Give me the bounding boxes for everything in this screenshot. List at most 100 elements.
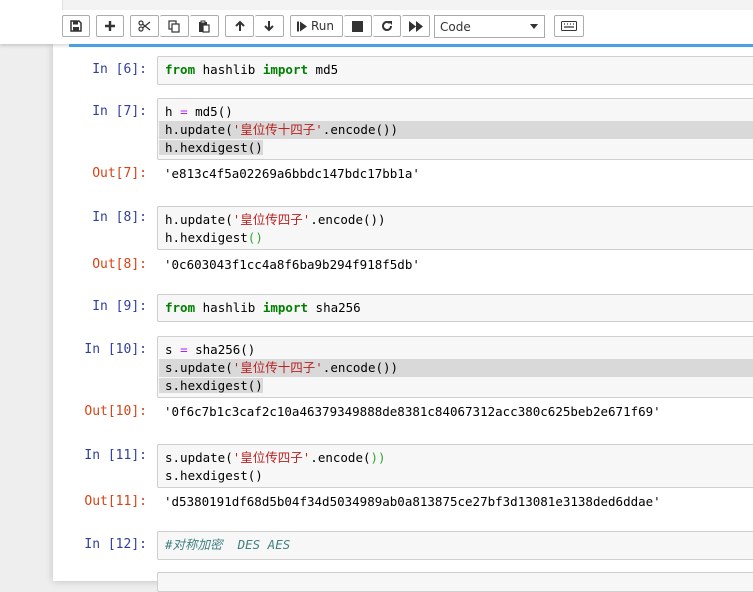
keyword-token: import [262, 300, 309, 315]
code-line: #对称加密 DES AES [165, 536, 753, 554]
code-editor[interactable]: h.update('皇位传四子'.encode()) h.hexdigest() [157, 206, 753, 250]
code-token: .encode()) [322, 122, 399, 137]
code-token: h.hexdigest [165, 230, 248, 245]
code-line: s.update('皇位传四子'.encode()) [165, 449, 753, 467]
code-token: h.hexdigest() [159, 140, 263, 155]
input-prompt: In [9]: [92, 299, 147, 314]
keyword-token: from [165, 300, 196, 315]
output-prompt: Out[10]: [84, 404, 147, 419]
restart-run-all-button[interactable] [402, 15, 430, 37]
cut-cell-button[interactable] [130, 15, 159, 37]
code-line: s.hexdigest() [159, 377, 753, 395]
input-prompt: In [6]: [92, 62, 147, 77]
bracket-match-token: )) [370, 450, 386, 465]
output-prompt: Out[7]: [92, 166, 147, 181]
code-token: sha256() [187, 342, 256, 357]
code-token: h.update( [165, 122, 233, 137]
code-token: h.update( [165, 212, 233, 227]
code-editor[interactable] [157, 572, 753, 592]
comment-token: #对称加密 DES AES [165, 537, 291, 552]
cell-type-value: Code [440, 19, 471, 34]
name-token: md5 [315, 62, 339, 77]
bracket-match-token: () [247, 230, 263, 245]
interrupt-kernel-button[interactable] [344, 15, 372, 37]
cell-type-select[interactable]: Code [434, 15, 545, 38]
restart-kernel-button[interactable] [373, 15, 401, 37]
cell-output: 'e813c4f5a02269a6bbdc147bdc17bb1a' [164, 166, 420, 181]
arrow-up-icon [234, 20, 245, 31]
input-prompt: In [7]: [92, 104, 147, 119]
insert-cell-button[interactable] [96, 15, 124, 37]
keyword-token: from [165, 62, 196, 77]
move-up-button[interactable] [225, 15, 254, 37]
code-editor[interactable]: from hashlib import sha256 [157, 294, 753, 322]
output-prompt: Out[11]: [84, 494, 147, 509]
string-token: '皇位传十四子' [232, 122, 323, 137]
name-token: hashlib [202, 62, 256, 77]
code-editor[interactable]: s = sha256() s.update('皇位传十四子'.encode())… [157, 336, 753, 398]
input-prompt: In [12]: [84, 537, 147, 552]
window-top-strip [0, 0, 753, 11]
cell-output: '0c603043f1cc4a8f6ba9b294f918f5db' [164, 257, 420, 272]
code-token: .encode()) [322, 360, 399, 375]
input-prompt: In [8]: [92, 210, 147, 225]
code-token: s.hexdigest() [165, 468, 263, 483]
code-line: h.hexdigest() [165, 229, 753, 247]
code-token: s.update( [165, 450, 233, 465]
string-token: '皇位传十四子' [232, 360, 323, 375]
chevron-down-icon [530, 24, 538, 29]
code-token: s.hexdigest() [159, 378, 263, 393]
save-button[interactable] [62, 15, 90, 37]
code-editor[interactable]: h = md5() h.update('皇位传十四子'.encode()) h.… [157, 98, 753, 160]
step-forward-icon [297, 21, 307, 31]
string-token: '皇位传四子' [232, 212, 311, 227]
stop-icon [352, 20, 363, 32]
run-button-label: Run [311, 19, 335, 33]
code-line: h = md5() [165, 103, 753, 121]
operator-token: = [180, 104, 188, 119]
scissors-icon [138, 20, 151, 32]
paste-cell-button[interactable] [190, 15, 219, 37]
code-editor[interactable]: from hashlib import md5 [157, 56, 753, 85]
copy-cell-button[interactable] [160, 15, 189, 37]
move-down-button[interactable] [255, 15, 284, 37]
save-icon [70, 20, 82, 32]
name-token: sha256 [315, 300, 361, 315]
operator-token: = [180, 342, 188, 357]
code-token: .encode()) [310, 212, 386, 227]
code-token: md5() [187, 104, 233, 119]
cell-output: '0f6c7b1c3caf2c10a46379349888de8381c8406… [164, 404, 661, 419]
code-line: h.update('皇位传四子'.encode()) [165, 211, 753, 229]
input-prompt: In [10]: [84, 342, 147, 357]
paste-icon [199, 20, 210, 33]
selected-cell-indicator [69, 44, 753, 47]
arrow-down-icon [264, 21, 274, 32]
command-palette-button[interactable] [554, 15, 584, 37]
fast-forward-icon [408, 20, 423, 32]
code-line: from hashlib import md5 [165, 61, 753, 79]
output-prompt: Out[8]: [92, 257, 147, 272]
run-button[interactable]: Run [290, 15, 343, 37]
code-token: h [165, 104, 181, 119]
refresh-icon [381, 21, 392, 31]
copy-icon [168, 19, 180, 33]
code-token: s.update( [165, 360, 233, 375]
cell-output: 'd5380191df68d5b04f34d5034989ab0a813875c… [164, 494, 661, 509]
code-line: h.hexdigest() [159, 139, 753, 157]
code-line: from hashlib import sha256 [165, 299, 753, 317]
code-line-highlighted: s.update('皇位传十四子'.encode()) [159, 359, 753, 377]
code-token: s [165, 342, 181, 357]
code-editor[interactable]: #对称加密 DES AES [157, 531, 753, 560]
code-token: .encode( [310, 450, 371, 465]
name-token: hashlib [202, 300, 256, 315]
input-prompt: In [11]: [84, 448, 147, 463]
plus-icon [105, 21, 115, 31]
code-editor[interactable]: s.update('皇位传四子'.encode()) s.hexdigest() [157, 444, 753, 488]
keyboard-icon [561, 21, 577, 31]
code-line: s.hexdigest() [165, 467, 753, 485]
code-line-highlighted: h.update('皇位传十四子'.encode()) [159, 121, 753, 139]
keyword-token: import [262, 62, 309, 77]
notebook-toolbar: Run Code [0, 10, 753, 44]
string-token: '皇位传四子' [232, 450, 311, 465]
code-line: s = sha256() [165, 341, 753, 359]
